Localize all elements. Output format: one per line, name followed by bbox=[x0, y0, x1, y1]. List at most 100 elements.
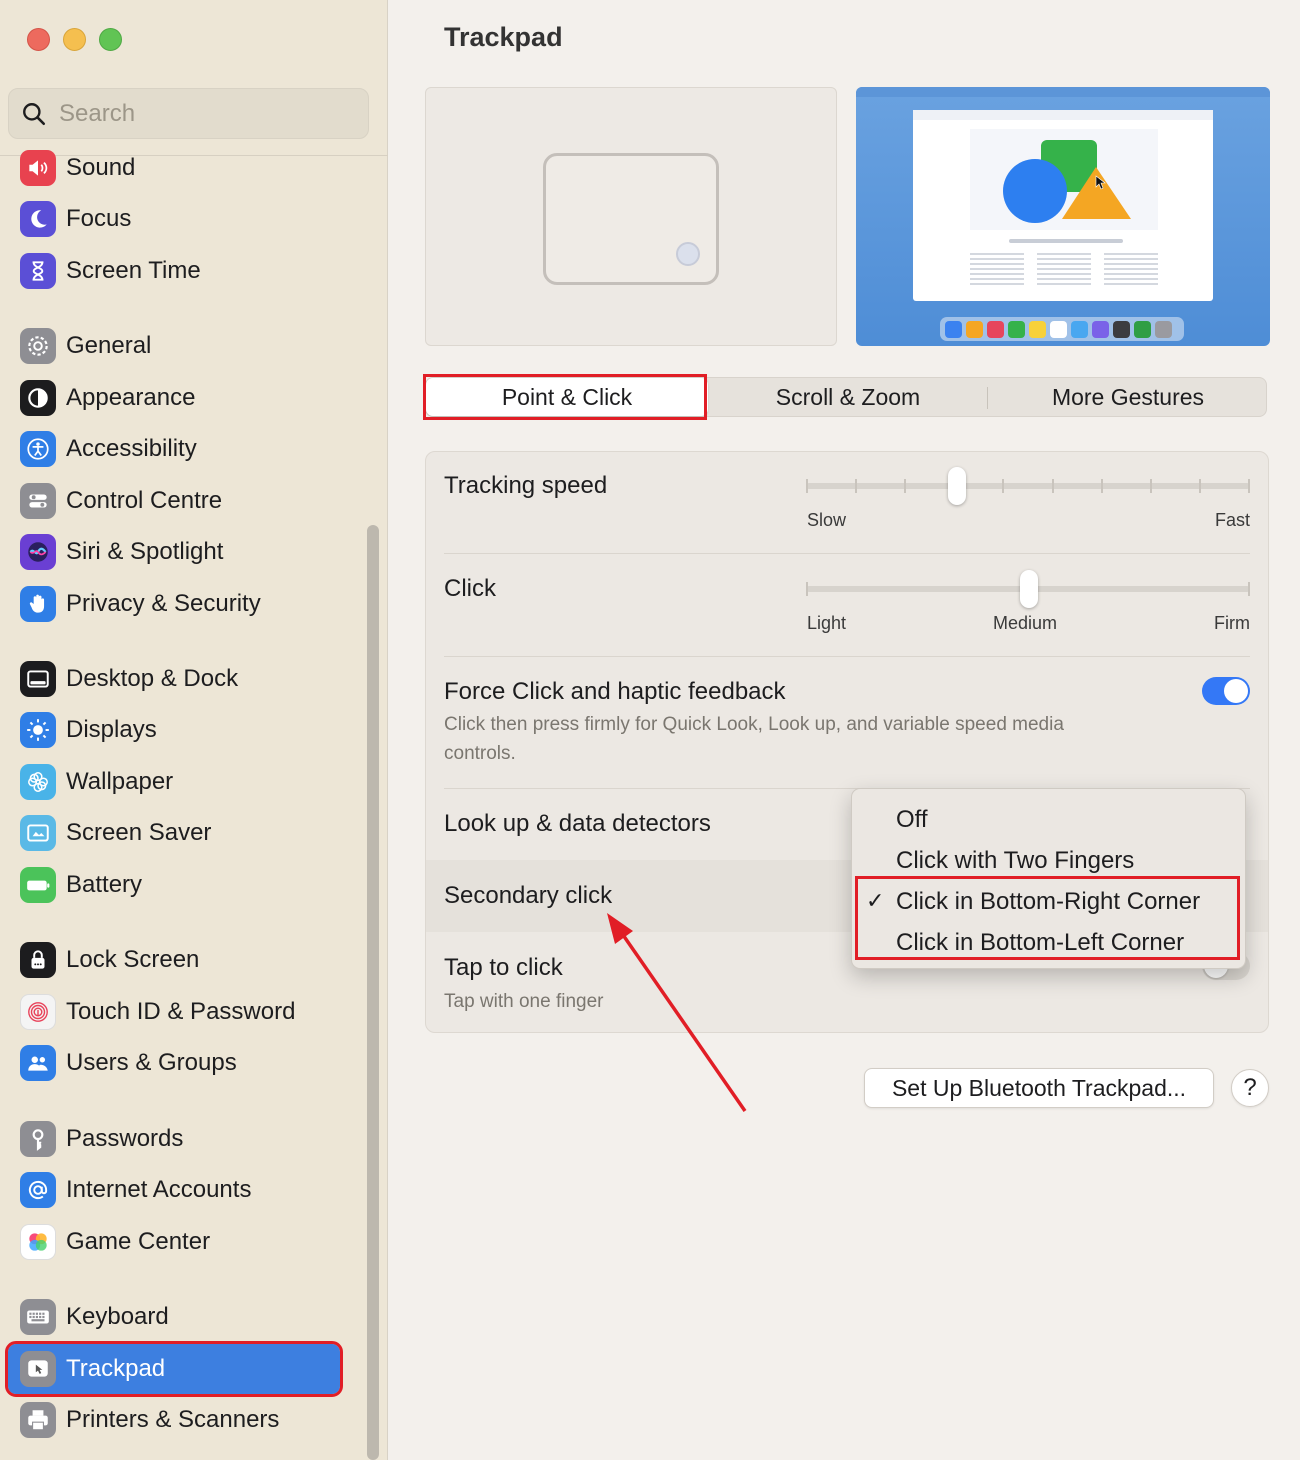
hand-icon bbox=[20, 586, 56, 622]
desktop-preview-icon bbox=[856, 87, 1270, 341]
sound-icon bbox=[20, 150, 56, 186]
search-input[interactable]: Search bbox=[8, 88, 369, 139]
sidebar-item-wallpaper[interactable]: Wallpaper bbox=[8, 757, 340, 807]
menu-item-two-fingers[interactable]: Click with Two Fingers bbox=[896, 847, 1134, 875]
sidebar-item-accessibility[interactable]: Accessibility bbox=[8, 424, 340, 474]
slider-tick bbox=[855, 479, 858, 493]
sidebar-item-label: Privacy & Security bbox=[66, 590, 261, 617]
siri-icon bbox=[20, 534, 56, 570]
secondary-click-label: Secondary click bbox=[444, 882, 613, 909]
sidebar-item-displays[interactable]: Displays bbox=[8, 705, 340, 755]
slider-tick bbox=[806, 479, 808, 493]
sidebar-item-keyboard[interactable]: Keyboard bbox=[8, 1292, 340, 1342]
sidebar-item-users-groups[interactable]: Users & Groups bbox=[8, 1038, 340, 1088]
sidebar-item-label: Appearance bbox=[66, 384, 196, 411]
close-window-button[interactable] bbox=[27, 28, 50, 51]
sidebar-item-label: Screen Time bbox=[66, 257, 201, 284]
sidebar-scrollbar[interactable] bbox=[367, 525, 379, 1460]
sidebar-item-screen-saver[interactable]: Screen Saver bbox=[8, 808, 340, 858]
sidebar-item-game-center[interactable]: Game Center bbox=[8, 1217, 340, 1267]
moon-icon bbox=[20, 201, 56, 237]
sidebar-item-control-centre[interactable]: Control Centre bbox=[8, 476, 340, 526]
window-controls bbox=[27, 28, 122, 51]
slider-tick bbox=[806, 582, 808, 596]
sidebar-item-focus[interactable]: Focus bbox=[8, 194, 340, 244]
sidebar-item-label: Lock Screen bbox=[66, 946, 200, 973]
sidebar-item-label: Sound bbox=[66, 154, 136, 181]
sun-icon bbox=[20, 712, 56, 748]
sidebar-item-label: Siri & Spotlight bbox=[66, 538, 224, 565]
control-centre-icon bbox=[20, 483, 56, 519]
trackpad-icon bbox=[20, 1351, 56, 1387]
tab-more-gestures[interactable]: More Gestures bbox=[988, 378, 1268, 416]
sidebar-item-siri-spotlight[interactable]: Siri & Spotlight bbox=[8, 527, 340, 577]
gesture-preview-video bbox=[856, 87, 1270, 346]
sidebar-item-battery[interactable]: Battery bbox=[8, 860, 340, 910]
battery-icon bbox=[20, 867, 56, 903]
flower-icon bbox=[20, 764, 56, 800]
sidebar-item-general[interactable]: General bbox=[8, 321, 340, 371]
accessibility-icon bbox=[20, 431, 56, 467]
sidebar-item-label: Internet Accounts bbox=[66, 1176, 252, 1203]
sidebar-item-trackpad[interactable]: Trackpad bbox=[5, 1341, 343, 1397]
annotation-highlight-menu bbox=[855, 876, 1240, 960]
firm-label: Firm bbox=[1214, 613, 1250, 633]
game-center-icon bbox=[20, 1224, 56, 1260]
screen-saver-icon bbox=[20, 815, 56, 851]
slow-label: Slow bbox=[807, 510, 847, 530]
sidebar-item-lock-screen[interactable]: Lock Screen bbox=[8, 935, 340, 985]
minimize-window-button[interactable] bbox=[63, 28, 86, 51]
setup-bluetooth-trackpad-button[interactable]: Set Up Bluetooth Trackpad... bbox=[864, 1068, 1214, 1108]
slider-tick bbox=[1198, 479, 1201, 493]
sidebar-item-label: Keyboard bbox=[66, 1303, 169, 1330]
sidebar-item-label: General bbox=[66, 332, 152, 359]
sidebar-item-label: Battery bbox=[66, 871, 143, 898]
sidebar: Search Sound Focus Screen Time General Appea… bbox=[0, 0, 388, 1460]
sidebar-item-label: Trackpad bbox=[66, 1355, 166, 1382]
tap-to-click-label: Tap to click bbox=[444, 954, 563, 981]
sidebar-item-touch-id-password[interactable]: Touch ID & Password bbox=[8, 987, 340, 1037]
sidebar-item-printers-scanners[interactable]: Printers & Scanners bbox=[8, 1395, 340, 1445]
search-placeholder: Search bbox=[59, 99, 136, 127]
key-icon bbox=[20, 1121, 56, 1157]
appearance-icon bbox=[20, 380, 56, 416]
menu-item-off[interactable]: Off bbox=[896, 806, 928, 834]
tap-to-click-description: Tap with one finger bbox=[444, 991, 604, 1012]
slider-track bbox=[806, 483, 1250, 489]
gear-icon bbox=[20, 328, 56, 364]
page-title: Trackpad bbox=[444, 22, 563, 52]
force-click-description: Click then press firmly for Quick Look, … bbox=[444, 714, 1064, 764]
sidebar-item-desktop-dock[interactable]: Desktop & Dock bbox=[8, 654, 340, 704]
trackpad-illustration bbox=[425, 87, 837, 346]
slider-knob[interactable] bbox=[947, 467, 966, 505]
click-point-icon bbox=[676, 242, 700, 266]
sidebar-item-label: Game Center bbox=[66, 1228, 211, 1255]
lookup-label: Look up & data detectors bbox=[444, 810, 711, 837]
hourglass-icon bbox=[20, 253, 56, 289]
sidebar-item-label: Control Centre bbox=[66, 487, 223, 514]
slider-knob[interactable] bbox=[1020, 570, 1038, 608]
at-icon bbox=[20, 1172, 56, 1208]
zoom-window-button[interactable] bbox=[99, 28, 122, 51]
sidebar-item-label: Desktop & Dock bbox=[66, 665, 239, 692]
sidebar-item-screen-time[interactable]: Screen Time bbox=[8, 246, 340, 296]
sidebar-item-label: Printers & Scanners bbox=[66, 1406, 280, 1433]
sidebar-item-label: Touch ID & Password bbox=[66, 998, 296, 1025]
sidebar-item-privacy-security[interactable]: Privacy & Security bbox=[8, 579, 340, 629]
medium-label: Medium bbox=[993, 613, 1058, 633]
search-icon bbox=[23, 102, 46, 125]
sidebar-item-internet-accounts[interactable]: Internet Accounts bbox=[8, 1165, 340, 1215]
tab-scroll-zoom[interactable]: Scroll & Zoom bbox=[708, 378, 988, 416]
printer-icon bbox=[20, 1402, 56, 1438]
trackpad-shape-icon bbox=[543, 153, 719, 285]
force-click-toggle[interactable] bbox=[1202, 677, 1250, 705]
light-label: Light bbox=[807, 613, 847, 633]
help-button[interactable]: ? bbox=[1231, 1069, 1269, 1107]
slider-tick bbox=[1002, 479, 1005, 493]
slider-tick bbox=[1149, 479, 1152, 493]
fast-label: Fast bbox=[1214, 510, 1250, 530]
sidebar-item-label: Displays bbox=[66, 716, 157, 743]
sidebar-item-sound[interactable]: Sound bbox=[8, 143, 340, 193]
sidebar-item-passwords[interactable]: Passwords bbox=[8, 1114, 340, 1164]
sidebar-item-appearance[interactable]: Appearance bbox=[8, 373, 340, 423]
